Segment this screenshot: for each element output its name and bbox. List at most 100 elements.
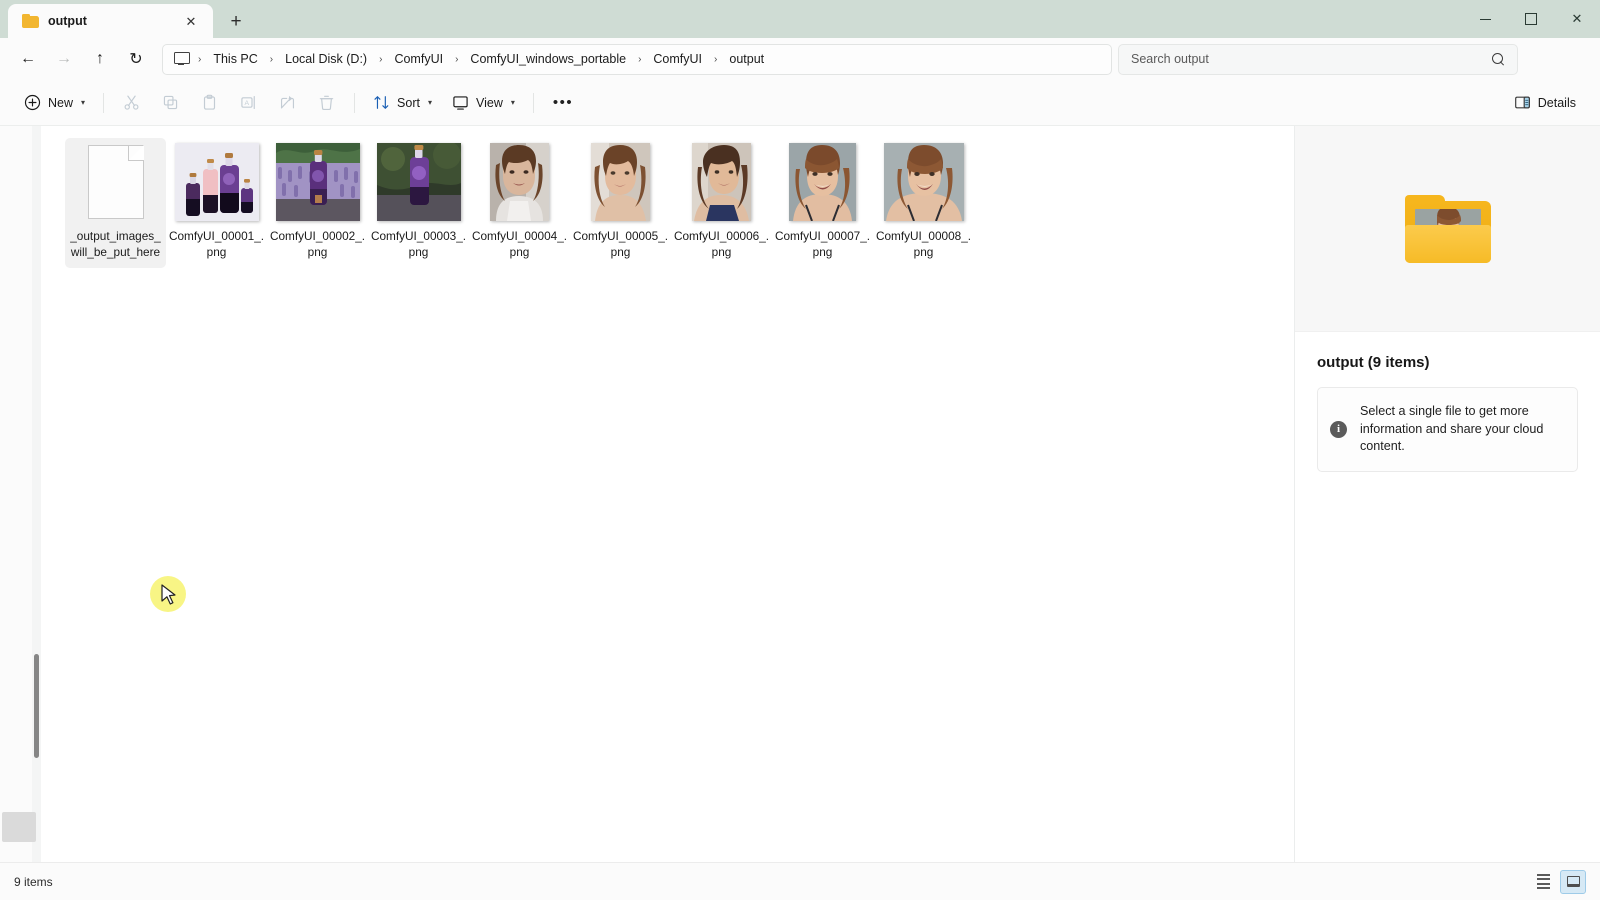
navigation-pane-item[interactable] [2, 812, 36, 842]
breadcrumb-item-comfyui-windows-portable[interactable]: ComfyUI_windows_portable [463, 48, 633, 70]
share-icon [280, 95, 295, 109]
file-name: ComfyUI_00005_.png [572, 229, 669, 259]
search-box[interactable] [1118, 43, 1518, 75]
details-info-text: Select a single file to get more informa… [1360, 404, 1544, 453]
breadcrumb-item-output[interactable]: output [722, 48, 771, 70]
new-button-label: New [48, 95, 74, 110]
file-item[interactable]: ComfyUI_00002_.png [267, 138, 368, 268]
navigation-pane-scrollbar[interactable] [32, 126, 41, 862]
file-thumbnail [575, 142, 667, 222]
file-name: ComfyUI_00006_.png [673, 229, 770, 259]
title-bar: output ✕ + ✕ [0, 0, 1600, 38]
view-button[interactable]: View ▾ [442, 87, 525, 119]
scrollbar-thumb[interactable] [34, 654, 39, 758]
close-icon[interactable]: ✕ [179, 9, 203, 33]
search-input[interactable] [1131, 52, 1492, 66]
image-thumbnail [789, 143, 856, 221]
toolbar-divider [532, 92, 534, 113]
tab-title: output [48, 14, 87, 28]
file-thumbnail [878, 142, 970, 222]
details-preview [1295, 126, 1600, 332]
minimize-button[interactable] [1462, 0, 1508, 38]
file-list-pane[interactable]: _output_images_will_be_put_here ComfyUI_… [41, 126, 1294, 862]
breadcrumb-item-comfyui-inner[interactable]: ComfyUI [646, 48, 709, 70]
svg-text:A: A [245, 100, 250, 107]
image-thumbnail [376, 143, 461, 221]
file-item[interactable]: _output_images_will_be_put_here [65, 138, 166, 268]
document-icon [87, 145, 144, 219]
tile-view-icon [1566, 876, 1580, 887]
file-item[interactable]: ComfyUI_00007_.png [772, 138, 873, 268]
details-title: output (9 items) [1317, 354, 1430, 371]
image-thumbnail [490, 143, 549, 221]
command-bar: New ▾ A Sort ▾ View ▾ ••• Details [0, 80, 1600, 126]
image-thumbnail [591, 143, 650, 221]
sort-button[interactable]: Sort ▾ [363, 87, 442, 119]
navigation-pane [0, 126, 41, 862]
view-icon [453, 96, 468, 110]
maximize-button[interactable] [1508, 0, 1554, 38]
file-item[interactable]: ComfyUI_00001_.png [166, 138, 267, 268]
file-grid: _output_images_will_be_put_here ComfyUI_… [41, 126, 1294, 268]
tile-view-button[interactable] [1560, 869, 1586, 894]
list-view-button[interactable] [1530, 870, 1556, 894]
breadcrumb-item-this-pc[interactable]: This PC [206, 48, 264, 70]
details-pane: output (9 items) i Select a single file … [1294, 126, 1600, 862]
toolbar-divider [103, 92, 105, 113]
details-pane-button[interactable]: Details [1504, 87, 1586, 119]
window-controls: ✕ [1462, 0, 1600, 38]
chevron-down-icon: ▾ [81, 98, 86, 107]
file-name: ComfyUI_00008_.png [875, 229, 972, 259]
more-options-button[interactable]: ••• [542, 87, 584, 119]
breadcrumb-separator: › [714, 53, 718, 65]
trash-icon [319, 95, 334, 110]
folder-icon [22, 14, 39, 28]
file-name: ComfyUI_00001_.png [168, 229, 265, 259]
back-button[interactable]: ← [10, 43, 46, 75]
up-button[interactable]: ↑ [82, 43, 118, 75]
scissors-icon [124, 95, 139, 110]
file-item[interactable]: ComfyUI_00004_.png [469, 138, 570, 268]
breadcrumb-item-local-disk[interactable]: Local Disk (D:) [278, 48, 374, 70]
chevron-down-icon: ▾ [427, 98, 432, 107]
file-name: ComfyUI_00004_.png [471, 229, 568, 259]
copy-icon [163, 95, 178, 110]
address-bar: ← → ↑ ↻ › This PC › Local Disk (D:) › Co… [0, 38, 1600, 80]
image-thumbnail [692, 143, 751, 221]
file-name: ComfyUI_00007_.png [774, 229, 871, 259]
refresh-button[interactable]: ↻ [118, 43, 154, 75]
window-close-button[interactable]: ✕ [1554, 0, 1600, 38]
new-button[interactable]: New ▾ [14, 87, 95, 119]
forward-button: → [56, 50, 72, 67]
this-pc-icon[interactable] [173, 52, 190, 66]
plus-circle-icon [24, 94, 41, 111]
file-thumbnail [777, 142, 869, 222]
details-body: output (9 items) i Select a single file … [1295, 332, 1600, 472]
breadcrumb-item-comfyui[interactable]: ComfyUI [387, 48, 450, 70]
file-item[interactable]: ComfyUI_00003_.png [368, 138, 469, 268]
tab-output[interactable]: output ✕ [8, 4, 213, 38]
rename-button: A [229, 87, 268, 119]
file-thumbnail [676, 142, 768, 222]
file-name: ComfyUI_00002_.png [269, 229, 366, 259]
folder-front [1404, 224, 1491, 263]
new-tab-button[interactable]: + [219, 4, 253, 38]
file-item[interactable]: ComfyUI_00005_.png [570, 138, 671, 268]
file-thumbnail [474, 142, 566, 222]
view-toggle-group [1530, 869, 1586, 894]
chevron-down-icon: ▾ [510, 98, 515, 107]
breadcrumb-separator: › [455, 53, 459, 65]
file-name: ComfyUI_00003_.png [370, 229, 467, 259]
file-item[interactable]: ComfyUI_00006_.png [671, 138, 772, 268]
breadcrumb-separator: › [379, 53, 383, 65]
paste-button [190, 87, 229, 119]
list-view-icon [1536, 873, 1550, 890]
search-icon[interactable] [1492, 52, 1505, 66]
info-icon: i [1330, 420, 1347, 438]
breadcrumb[interactable]: › This PC › Local Disk (D:) › ComfyUI › … [162, 43, 1112, 75]
cut-button [112, 87, 151, 119]
breadcrumb-separator: › [198, 53, 202, 65]
file-item[interactable]: ComfyUI_00008_.png [873, 138, 974, 268]
copy-button [151, 87, 190, 119]
clipboard-icon [203, 94, 216, 110]
